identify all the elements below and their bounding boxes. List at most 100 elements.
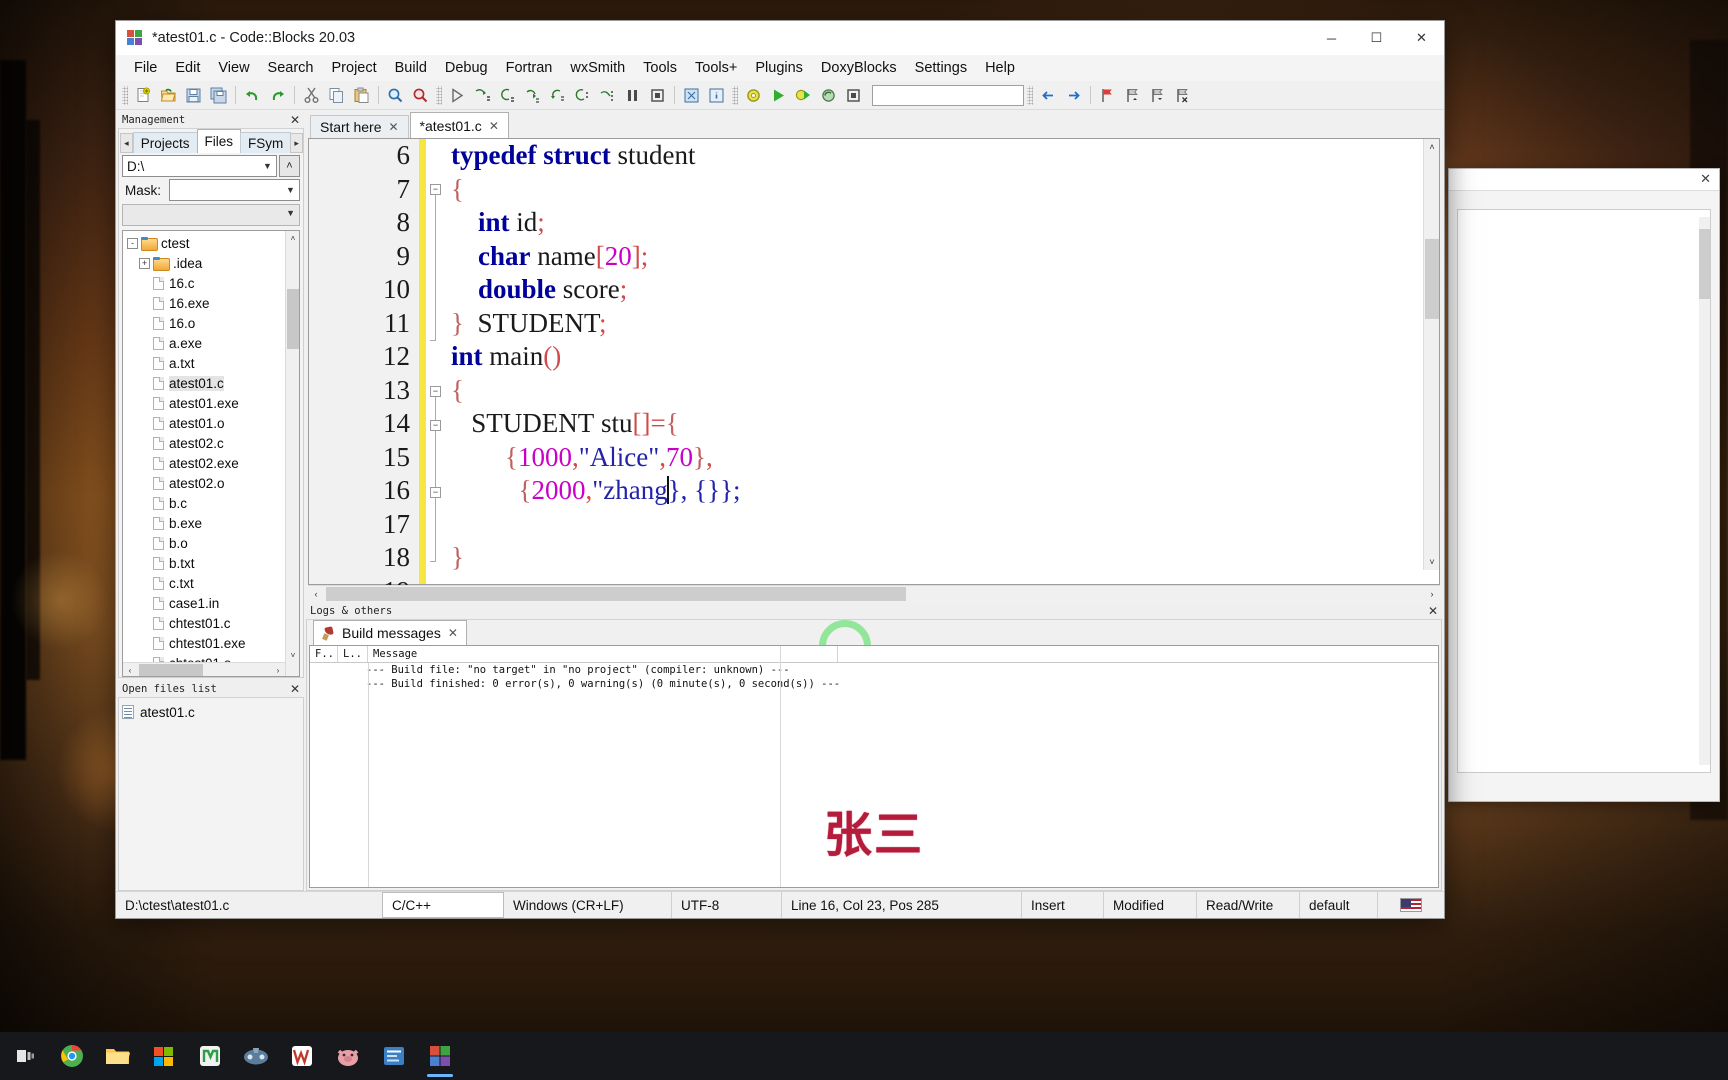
cut-icon[interactable] (300, 84, 323, 107)
fold-toggle-icon[interactable]: − (430, 487, 441, 498)
tab-scroll-left-icon[interactable]: ◂ (120, 133, 133, 153)
editor-vertical-scrollbar[interactable]: ˄ ˅ (1423, 139, 1439, 570)
scroll-right-icon[interactable]: › (1424, 586, 1440, 602)
redo-icon[interactable] (266, 84, 289, 107)
tree-item[interactable]: atest02.exe (123, 453, 285, 473)
code-line[interactable]: {1000,"Alice",70}, (451, 441, 1439, 475)
close-icon[interactable]: ✕ (1428, 604, 1438, 618)
scroll-up-icon[interactable]: ˄ (286, 231, 299, 245)
maximize-button[interactable]: ☐ (1354, 21, 1399, 55)
copy-icon[interactable] (325, 84, 348, 107)
various-info-icon[interactable] (705, 84, 728, 107)
drive-combo[interactable]: D:\ ▼ (122, 155, 277, 177)
app-green-icon[interactable] (188, 1034, 232, 1078)
tree-item[interactable]: c.txt (123, 573, 285, 593)
menu-file[interactable]: File (125, 58, 166, 78)
menu-edit[interactable]: Edit (166, 58, 209, 78)
open-file-icon[interactable] (157, 84, 180, 107)
minimize-button[interactable]: ─ (1309, 21, 1354, 55)
fold-toggle-icon[interactable]: − (430, 420, 441, 431)
blue-app-icon[interactable] (372, 1034, 416, 1078)
code-line[interactable]: { (451, 374, 1439, 408)
open-files-list[interactable]: atest01.c (118, 698, 304, 891)
tree-item[interactable]: case1.in (123, 593, 285, 613)
code-line[interactable]: char name[20]; (451, 240, 1439, 274)
code-editor[interactable]: 678910111213141516171819 − − − − typedef… (308, 138, 1440, 672)
code-line[interactable]: int main() (451, 340, 1439, 374)
tree-item[interactable]: chtest01.exe (123, 633, 285, 653)
build-icon[interactable] (742, 84, 765, 107)
fold-toggle-icon[interactable]: − (430, 184, 441, 195)
tab-atest01-c[interactable]: *atest01.c ✕ (409, 112, 509, 138)
code-line[interactable] (451, 508, 1439, 542)
mask-combo[interactable]: ▼ (169, 179, 300, 201)
debug-break-icon[interactable] (621, 84, 644, 107)
tab-start-here[interactable]: Start here ✕ (310, 115, 409, 138)
pig-icon[interactable] (326, 1034, 370, 1078)
forward-arrow-icon[interactable] (1062, 84, 1085, 107)
code-line[interactable]: int id; (451, 206, 1439, 240)
debug-stop-icon[interactable] (646, 84, 669, 107)
code-line[interactable] (451, 575, 1439, 585)
tree-item[interactable]: 16.o (123, 313, 285, 333)
debug-step-by-step-icon[interactable] (596, 84, 619, 107)
scroll-up-icon[interactable]: ˄ (1424, 139, 1440, 155)
file-explorer-icon[interactable] (96, 1034, 140, 1078)
tree-item[interactable]: b.txt (123, 553, 285, 573)
find-icon[interactable] (384, 84, 407, 107)
menu-tools[interactable]: Tools (634, 58, 686, 78)
menu-help[interactable]: Help (976, 58, 1024, 78)
back-arrow-icon[interactable] (1037, 84, 1060, 107)
clear-bookmarks-icon[interactable] (1171, 84, 1194, 107)
tab-fsymbols[interactable]: FSym (240, 132, 292, 153)
scroll-left-icon[interactable]: ‹ (123, 663, 137, 676)
tree-item[interactable]: atest02.o (123, 473, 285, 493)
file-tree-vertical-scrollbar[interactable]: ˄ ˅ (285, 231, 299, 676)
collapse-toggle-icon[interactable]: - (127, 237, 138, 249)
debug-step-into-instruction-icon[interactable] (571, 84, 594, 107)
save-icon[interactable] (182, 84, 205, 107)
list-item[interactable]: atest01.c (122, 702, 300, 722)
menu-view[interactable]: View (209, 58, 258, 78)
status-keyboard-layout[interactable] (1378, 892, 1444, 918)
code-line[interactable]: } STUDENT; (451, 307, 1439, 341)
build-and-run-icon[interactable] (792, 84, 815, 107)
scroll-down-icon[interactable]: ˅ (1424, 554, 1440, 570)
menu-search[interactable]: Search (259, 58, 323, 78)
tree-item[interactable]: atest01.exe (123, 393, 285, 413)
tree-item[interactable]: a.exe (123, 333, 285, 353)
code-text[interactable]: typedef struct student{ int id; char nam… (445, 139, 1439, 584)
file-tree-horizontal-scrollbar[interactable]: ‹ › (123, 662, 285, 676)
chrome-icon[interactable] (50, 1034, 94, 1078)
scroll-thumb[interactable] (287, 289, 299, 349)
save-all-icon[interactable] (207, 84, 230, 107)
editor-horizontal-scrollbar[interactable]: ‹ › (308, 585, 1440, 601)
build-target-combo[interactable] (872, 84, 1024, 106)
paste-icon[interactable] (350, 84, 373, 107)
background-window-scrollbar[interactable] (1699, 217, 1710, 765)
close-icon[interactable]: ✕ (388, 120, 398, 134)
column-line[interactable]: L.. (338, 646, 368, 662)
toggle-bookmark-icon[interactable] (1096, 84, 1119, 107)
scroll-left-icon[interactable]: ‹ (308, 586, 324, 602)
background-window[interactable]: ✕ (1448, 168, 1720, 802)
menu-fortran[interactable]: Fortran (497, 58, 562, 78)
tree-item[interactable]: b.c (123, 493, 285, 513)
menu-build[interactable]: Build (386, 58, 436, 78)
prev-bookmark-icon[interactable] (1121, 84, 1144, 107)
tree-item[interactable]: b.exe (123, 513, 285, 533)
menu-project[interactable]: Project (323, 58, 386, 78)
menu-doxyblocks[interactable]: DoxyBlocks (812, 58, 906, 78)
tree-item[interactable]: chtest01.c (123, 613, 285, 633)
run-icon[interactable] (767, 84, 790, 107)
toolbar-grip[interactable] (1027, 85, 1033, 105)
debugging-windows-icon[interactable] (680, 84, 703, 107)
tab-build-messages[interactable]: Build messages ✕ (313, 620, 467, 645)
close-icon[interactable]: ✕ (489, 119, 499, 133)
code-line[interactable]: { (451, 173, 1439, 207)
tree-item[interactable]: atest01.c (123, 373, 285, 393)
tree-item[interactable]: 16.c (123, 273, 285, 293)
go-up-button[interactable]: ˄ (279, 155, 300, 177)
menu-tools-plus[interactable]: Tools+ (686, 58, 746, 78)
tab-projects[interactable]: Projects (132, 132, 198, 153)
